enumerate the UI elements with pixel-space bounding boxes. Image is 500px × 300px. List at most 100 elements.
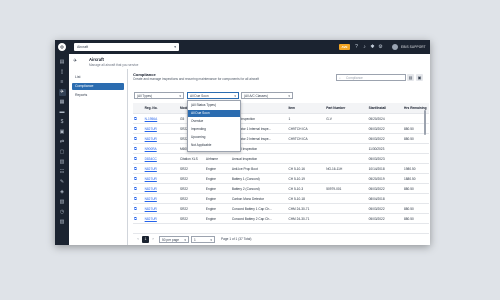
reg-number[interactable]: N827UR xyxy=(143,133,179,144)
open-link-icon[interactable]: ⧉ xyxy=(133,153,144,164)
page-size-select[interactable]: 50 per page ▾ xyxy=(159,235,189,243)
help-icon[interactable]: ? xyxy=(353,44,360,51)
reg-number[interactable]: D834CC xyxy=(143,153,179,164)
dollar-icon[interactable]: $ xyxy=(59,119,66,126)
truck-icon[interactable]: ▬ xyxy=(59,109,66,116)
dropdown-option-selected[interactable]: All Due Soon xyxy=(188,110,240,117)
avatar[interactable] xyxy=(392,43,398,50)
building-icon[interactable]: ▦ xyxy=(59,99,66,106)
calendar-icon[interactable]: ▣ xyxy=(59,129,66,136)
part-number-cell xyxy=(325,193,368,204)
open-link-icon[interactable]: ⧉ xyxy=(133,113,144,124)
table-row[interactable]: ⧉ N827UR SR22 Engine Concord Battery 1 Cap C… xyxy=(133,203,429,214)
start-install-cell: 05/03/2023 xyxy=(367,153,404,164)
reg-number[interactable]: N827UR xyxy=(143,193,179,204)
ac-class-select[interactable]: (All A/C Classes) ▾ xyxy=(241,92,293,99)
part-number-cell xyxy=(325,173,368,184)
page-summary: Page 1 of 1 (37 Total) xyxy=(221,236,252,241)
item-cell: 1 xyxy=(287,113,326,124)
reg-number[interactable]: N827UR xyxy=(143,183,179,194)
table-row[interactable]: ⧉ N827UR SR22 Engine Battery 2 (Concord) CH 5… xyxy=(133,183,429,194)
reg-number[interactable]: N-1956A xyxy=(143,113,179,124)
chart-icon[interactable]: ▥ xyxy=(59,159,66,166)
table-scrollbar[interactable] xyxy=(424,110,426,135)
table-row[interactable]: ⧉ N827UR SR22 Engine Carbon Mono Detector CH … xyxy=(133,193,429,204)
chevron-down-icon: ▾ xyxy=(210,237,212,242)
table-row[interactable]: ⧉ N-1956A G5 30 Hr Inspection 1 G-V 05/20/2024 xyxy=(133,113,429,124)
clock-icon[interactable]: ◷ xyxy=(59,209,66,216)
next-page-icon[interactable]: › xyxy=(150,236,156,243)
box-icon[interactable]: ▢ xyxy=(59,149,66,156)
column-header[interactable]: Reg. No. xyxy=(143,103,179,114)
open-link-icon[interactable]: ⧉ xyxy=(133,123,144,134)
type-cell: Airframe xyxy=(204,153,231,164)
start-install-cell: 05/20/2019 xyxy=(367,173,404,184)
start-install-cell: 11/30/2023 xyxy=(367,143,404,154)
prev-page-icon[interactable]: ‹ xyxy=(135,236,141,243)
print-icon[interactable]: ▣ xyxy=(416,74,423,81)
open-link-icon[interactable]: ⧉ xyxy=(133,193,144,204)
hrs-remaining-cell: 880.50 xyxy=(403,133,429,144)
item-cell xyxy=(287,153,326,164)
open-link-icon[interactable]: ⧉ xyxy=(133,163,144,174)
subnav-item-compliance[interactable]: Compliance xyxy=(72,83,124,90)
shield-icon[interactable]: ◈ xyxy=(59,189,66,196)
file-icon[interactable]: ▯ xyxy=(59,69,66,76)
reg-number[interactable]: N827UR xyxy=(143,123,179,134)
app-logo-icon[interactable]: ◎ xyxy=(58,43,66,51)
part-number-cell xyxy=(325,133,368,144)
subnav-item-reports[interactable]: Reports xyxy=(72,92,124,99)
current-page-button[interactable]: 1 xyxy=(142,235,149,243)
module-selector[interactable]: Aircraft ▾ xyxy=(74,43,179,51)
open-link-icon[interactable]: ⧉ xyxy=(133,183,144,194)
dropdown-option[interactable]: Upcoming xyxy=(188,134,240,141)
reg-number[interactable]: N900RA xyxy=(143,143,179,154)
swap-icon[interactable]: ⇄ xyxy=(59,139,66,146)
type-cell: Engine xyxy=(204,183,231,194)
open-link-icon[interactable]: ⧉ xyxy=(133,173,144,184)
dropdown-option[interactable]: Overdue xyxy=(188,118,240,125)
open-link-icon[interactable]: ⧉ xyxy=(133,213,144,224)
model-cell: SR22 xyxy=(178,213,205,224)
document-icon[interactable]: ▤ xyxy=(59,59,66,66)
due-filter-select[interactable]: All Due Soon ▾ xyxy=(187,92,239,99)
reg-number[interactable]: N827UR xyxy=(143,173,179,184)
start-install-cell: 10/14/2018 xyxy=(367,163,404,174)
table-row[interactable]: ⧉ N827UR SR22 Engine Anti-Ice Prop Boot CH 5-… xyxy=(133,163,429,174)
table-row[interactable]: ⧉ N827UR SR22 Engine Battery 1 (Concord) CH 5… xyxy=(133,173,429,184)
table-row[interactable]: ⧉N900RAM600AirframeAnnual Inspection11/3… xyxy=(133,143,429,154)
column-header[interactable]: Part Number xyxy=(325,103,368,114)
dropdown-option[interactable]: (All Status Types) xyxy=(188,102,240,109)
table-row[interactable]: ⧉ N827UR SR22 Alternator 1 Internal Inspe..… xyxy=(133,123,429,134)
open-link-icon[interactable]: ⧉ xyxy=(133,133,144,144)
compliance-search-input[interactable]: ⌕ Compliance xyxy=(336,74,406,81)
settings-icon[interactable]: ✱ xyxy=(369,44,376,51)
export-icon[interactable]: ▤ xyxy=(407,74,414,81)
aircraft-icon[interactable]: ✈ xyxy=(58,89,66,96)
bell-icon[interactable]: ♪ xyxy=(361,44,368,51)
open-link-icon[interactable]: ⧉ xyxy=(133,203,144,214)
reg-number[interactable]: N827UR xyxy=(143,163,179,174)
column-header[interactable]: Start/Install xyxy=(367,103,404,114)
support-link[interactable]: EBIS SUPPORT xyxy=(401,45,426,49)
clipboard-icon[interactable]: ▧ xyxy=(59,199,66,206)
table-row[interactable]: ⧉ D834CC Citation XLS Airframe Annual Inspec… xyxy=(133,153,429,164)
table-row[interactable]: ⧉ N827UR SR22 Alternator 2 Internal Inspe..… xyxy=(133,133,429,144)
subnav-item-list[interactable]: List xyxy=(72,74,124,81)
lock-icon[interactable]: ▨ xyxy=(59,219,66,226)
status-badge[interactable]: AVE xyxy=(339,44,350,50)
table-row[interactable]: ⧉ N827UR SR22 Engine Concord Battery 2 Cap C… xyxy=(133,213,429,224)
team-icon[interactable]: ☷ xyxy=(59,169,66,176)
dropdown-option[interactable]: Impending xyxy=(188,126,240,133)
column-header[interactable]: Item xyxy=(287,103,326,114)
status-type-select[interactable]: (All Types) ▾ xyxy=(134,92,184,99)
model-cell: Citation XLS xyxy=(178,153,205,164)
reg-number[interactable]: N827UR xyxy=(143,203,179,214)
gear-icon[interactable]: ⚙ xyxy=(377,44,384,51)
open-link-icon[interactable]: ⧉ xyxy=(133,143,144,154)
page-number-input[interactable]: 1 ▾ xyxy=(191,235,215,243)
wrench-icon[interactable]: ✎ xyxy=(59,179,66,186)
list-icon[interactable]: ≡ xyxy=(59,79,66,86)
dropdown-option[interactable]: Not Applicable xyxy=(188,142,240,149)
reg-number[interactable]: N827UR xyxy=(143,213,179,224)
